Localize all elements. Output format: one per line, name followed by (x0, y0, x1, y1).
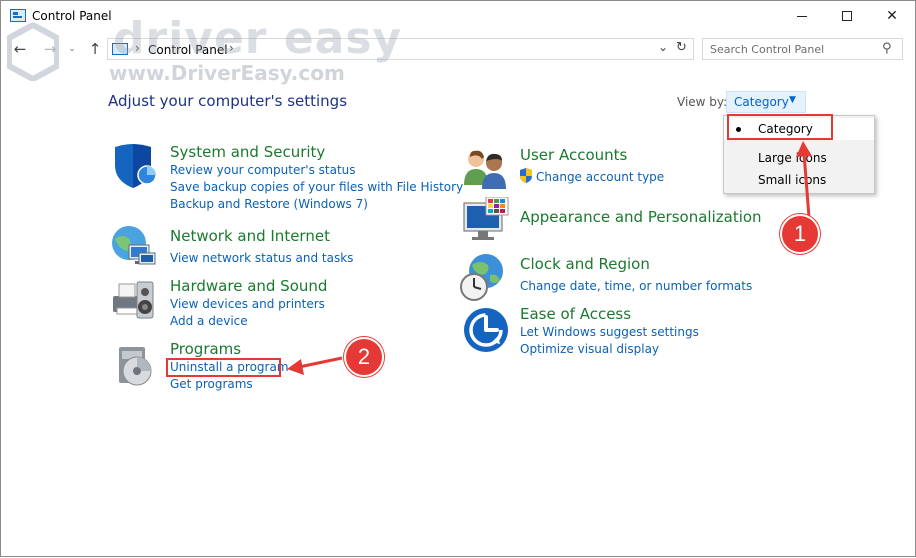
chevron-down-icon: ▼ (789, 95, 796, 105)
network-globe-icon[interactable] (109, 223, 157, 271)
menu-item-large-icons[interactable]: Large icons (724, 147, 874, 169)
minimize-icon (797, 16, 807, 17)
shield-icon[interactable] (109, 141, 157, 189)
driver-easy-logo-watermark (7, 23, 59, 81)
arrow-line-2 (298, 356, 343, 369)
backup-restore-link[interactable]: Backup and Restore (Windows 7) (170, 197, 368, 211)
maximize-button[interactable] (824, 1, 870, 31)
search-icon[interactable]: ⚲ (882, 41, 892, 56)
menu-item-label: Small icons (758, 173, 827, 187)
ease-of-access-icon[interactable] (462, 306, 510, 354)
add-device-link[interactable]: Add a device (170, 314, 248, 328)
search-placeholder: Search Control Panel (710, 43, 825, 56)
view-by-value: Category (734, 95, 789, 109)
uac-shield-icon (520, 168, 532, 183)
category-highlight-box (727, 114, 833, 140)
close-button[interactable]: ✕ (869, 1, 915, 31)
view-by-label: View by: (677, 95, 728, 109)
up-button[interactable]: ↑ (86, 39, 104, 59)
change-date-time-link[interactable]: Change date, time, or number formats (520, 279, 752, 293)
address-dropdown-icon[interactable]: ⌄ (658, 40, 668, 54)
user-accounts-title[interactable]: User Accounts (520, 146, 627, 164)
network-status-link[interactable]: View network status and tasks (170, 251, 353, 265)
hardware-and-sound-title[interactable]: Hardware and Sound (170, 277, 327, 295)
step-1-badge: 1 (780, 214, 820, 254)
programs-title[interactable]: Programs (170, 340, 241, 358)
file-history-link[interactable]: Save backup copies of your files with Fi… (170, 180, 463, 194)
get-programs-link[interactable]: Get programs (170, 377, 253, 391)
uninstall-highlight-box (166, 358, 281, 377)
optimize-display-link[interactable]: Optimize visual display (520, 342, 659, 356)
step-2-badge: 2 (344, 337, 384, 377)
clock-and-region-title[interactable]: Clock and Region (520, 255, 650, 273)
system-and-security-title[interactable]: System and Security (170, 143, 325, 161)
minimize-button[interactable] (779, 1, 825, 31)
suggest-settings-link[interactable]: Let Windows suggest settings (520, 325, 699, 339)
menu-item-small-icons[interactable]: Small icons (724, 169, 874, 191)
control-panel-icon (10, 9, 26, 22)
clock-globe-icon[interactable] (460, 253, 508, 301)
arrowhead-2-icon (287, 359, 304, 375)
ease-of-access-title[interactable]: Ease of Access (520, 305, 631, 323)
users-icon[interactable] (462, 147, 510, 195)
close-icon: ✕ (886, 8, 898, 24)
window-title: Control Panel (32, 9, 112, 23)
programs-disc-icon[interactable] (113, 339, 161, 387)
review-status-link[interactable]: Review your computer's status (170, 163, 356, 177)
network-and-internet-title[interactable]: Network and Internet (170, 227, 330, 245)
recent-locations-button[interactable]: ⌄ (63, 39, 81, 59)
watermark-url: www.DriverEasy.com (109, 61, 345, 85)
page-title: Adjust your computer's settings (108, 92, 348, 110)
view-by-dropdown[interactable]: Category ▼ (726, 91, 806, 113)
menu-item-label: Large icons (758, 151, 827, 165)
maximize-icon (842, 11, 852, 21)
printer-speaker-icon[interactable] (109, 274, 157, 322)
search-box[interactable]: Search Control Panel ⚲ (702, 38, 903, 60)
watermark-brand: driver easy (113, 13, 403, 64)
appearance-and-personalization-title[interactable]: Appearance and Personalization (520, 208, 762, 226)
monitor-palette-icon[interactable] (462, 197, 510, 245)
change-account-type-link[interactable]: Change account type (536, 170, 664, 184)
control-panel-window: Control Panel ✕ ← → ⌄ ↑ › Control Panel … (0, 0, 916, 557)
devices-printers-link[interactable]: View devices and printers (170, 297, 325, 311)
refresh-icon[interactable]: ↻ (676, 40, 687, 55)
